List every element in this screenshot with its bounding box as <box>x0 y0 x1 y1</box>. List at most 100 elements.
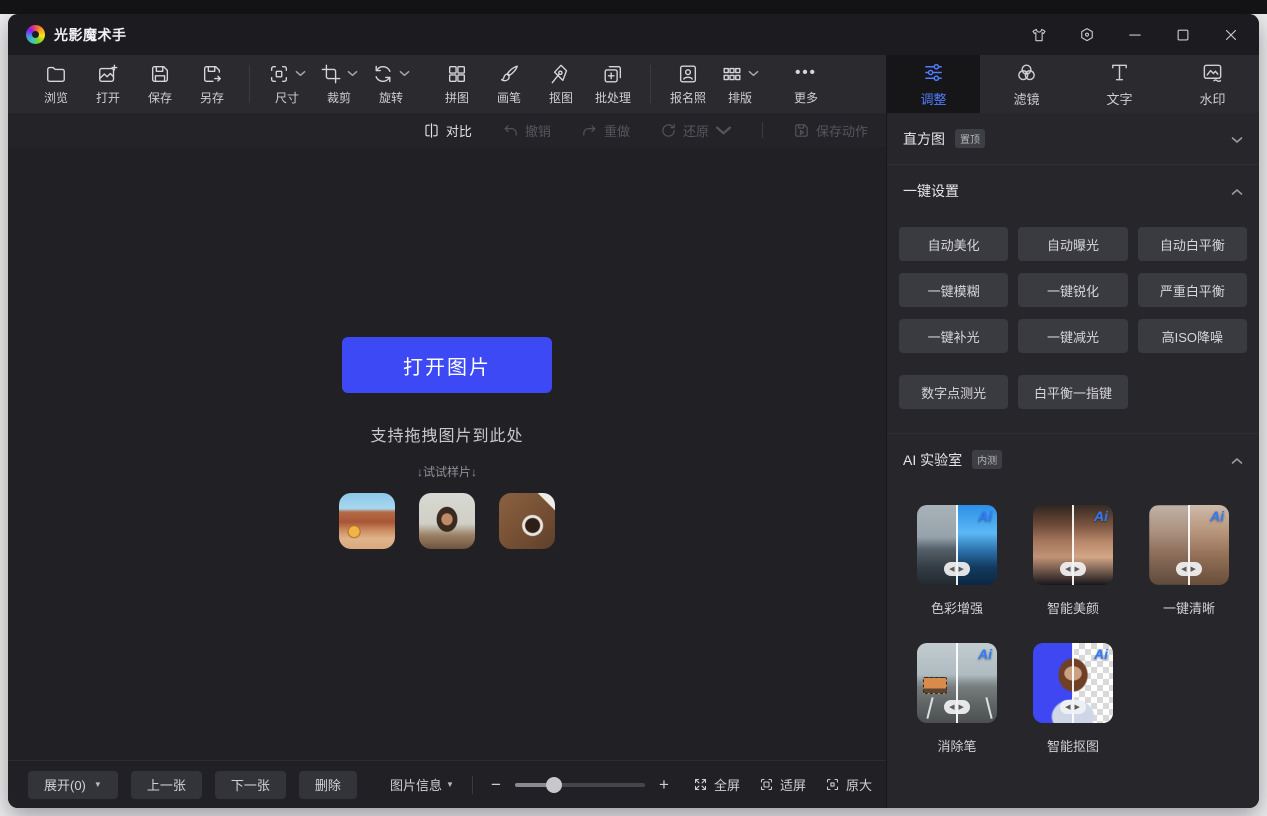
chevron-down-icon[interactable] <box>295 70 306 77</box>
redo-button[interactable]: 重做 <box>581 121 630 140</box>
compare-icon <box>423 122 440 139</box>
zoom-out-button[interactable]: − <box>489 775 503 795</box>
save-button[interactable]: 保存 <box>134 63 186 106</box>
app-logo-icon <box>26 25 45 44</box>
ai-thumb-smart-cutout[interactable]: ◀ ▶ Ai <box>1033 643 1113 723</box>
minimize-button[interactable] <box>1125 25 1145 45</box>
oneclick-section-header[interactable]: 一键设置 <box>887 165 1259 217</box>
oneclick-button[interactable]: 一键模糊 <box>899 273 1008 307</box>
actual-size-button[interactable]: 原大 <box>825 775 872 794</box>
chevron-up-icon[interactable] <box>1231 452 1243 468</box>
chevron-down-icon[interactable] <box>399 70 410 77</box>
zoom-slider-handle[interactable] <box>546 777 562 793</box>
oneclick-button[interactable]: 严重白平衡 <box>1138 273 1247 307</box>
chevron-down-icon[interactable] <box>715 122 732 139</box>
ai-badge: Ai <box>1094 646 1108 662</box>
next-image-button[interactable]: 下一张 <box>215 771 286 799</box>
more-button[interactable]: ••• 更多 <box>780 63 832 106</box>
compare-slider-handle[interactable]: ◀ ▶ <box>1176 562 1202 576</box>
id-photo-button[interactable]: 报名照 <box>662 63 714 106</box>
desktop-strip <box>0 0 1267 14</box>
compare-slider-handle[interactable]: ◀ ▶ <box>944 700 970 714</box>
triangle-down-icon: ▼ <box>446 780 454 789</box>
ai-thumb-color-enhance[interactable]: ◀ ▶ Ai <box>917 505 997 585</box>
restore-button[interactable]: 还原 <box>660 121 732 140</box>
ai-item-smart-beauty[interactable]: ◀ ▶ Ai 智能美颜 <box>1033 505 1113 617</box>
compare-button[interactable]: 对比 <box>423 121 472 140</box>
actual-size-icon <box>825 777 840 792</box>
rotate-button[interactable]: 旋转 <box>365 63 417 106</box>
toolbar-label: 排版 <box>728 89 752 106</box>
image-info-dropdown[interactable]: 图片信息 ▼ <box>390 775 454 794</box>
ai-item-eraser[interactable]: ◀ ▶ Ai 消除笔 <box>917 643 997 755</box>
tab-label: 调整 <box>920 89 946 108</box>
oneclick-button[interactable]: 自动曝光 <box>1018 227 1127 261</box>
zoom-in-button[interactable]: + <box>657 775 671 795</box>
oneclick-button[interactable]: 一键锐化 <box>1018 273 1127 307</box>
ai-thumb-eraser[interactable]: ◀ ▶ Ai <box>917 643 997 723</box>
oneclick-button[interactable]: 白平衡一指键 <box>1018 375 1127 409</box>
browse-button[interactable]: 浏览 <box>30 63 82 106</box>
expand-filmstrip-button[interactable]: 展开(0) ▼ <box>28 771 118 799</box>
maximize-button[interactable] <box>1173 25 1193 45</box>
open-button[interactable]: 打开 <box>82 63 134 106</box>
tab-label: 滤镜 <box>1013 89 1039 108</box>
zoom-slider[interactable] <box>515 783 645 787</box>
sample-image-desk[interactable] <box>499 493 555 549</box>
open-image-button[interactable]: 打开图片 <box>342 337 552 393</box>
resize-button[interactable]: 尺寸 <box>261 63 313 106</box>
chevron-down-icon[interactable] <box>347 70 358 77</box>
image-plus-icon <box>97 63 119 85</box>
app-window: 光影魔术手 浏览 <box>8 14 1259 808</box>
ai-thumb-clarity[interactable]: ◀ ▶ Ai <box>1149 505 1229 585</box>
undo-button[interactable]: 撤销 <box>502 121 551 140</box>
chevron-up-icon[interactable] <box>1231 183 1243 199</box>
delete-image-button[interactable]: 删除 <box>299 771 357 799</box>
oneclick-button[interactable]: 数字点测光 <box>899 375 1008 409</box>
compare-slider-handle[interactable]: ◀ ▶ <box>1060 700 1086 714</box>
ai-item-color-enhance[interactable]: ◀ ▶ Ai 色彩增强 <box>917 505 997 617</box>
compare-slider-handle[interactable]: ◀ ▶ <box>944 562 970 576</box>
undo-icon <box>502 122 519 139</box>
layout-button[interactable]: 排版 <box>714 63 766 106</box>
fullscreen-button[interactable]: 全屏 <box>693 775 740 794</box>
tab-watermark[interactable]: 水印 <box>1166 55 1259 113</box>
ai-item-one-click-clarity[interactable]: ◀ ▶ Ai 一键清晰 <box>1149 505 1229 617</box>
sample-image-portrait[interactable] <box>419 493 475 549</box>
oneclick-button[interactable]: 自动白平衡 <box>1138 227 1247 261</box>
ai-item-smart-cutout[interactable]: ◀ ▶ Ai 智能抠图 <box>1033 643 1113 755</box>
oneclick-button[interactable]: 一键减光 <box>1018 319 1127 353</box>
histogram-section-header[interactable]: 直方图 置顶 <box>887 113 1259 165</box>
tab-adjust[interactable]: 调整 <box>887 55 980 113</box>
chevron-down-icon[interactable] <box>1231 131 1243 147</box>
triangle-down-icon: ▼ <box>94 780 102 789</box>
tab-filters[interactable]: 滤镜 <box>980 55 1073 113</box>
collage-button[interactable]: 拼图 <box>431 63 483 106</box>
brush-button[interactable]: 画笔 <box>483 63 535 106</box>
cutout-button[interactable]: 抠图 <box>535 63 587 106</box>
prev-image-button[interactable]: 上一张 <box>131 771 202 799</box>
skin-tshirt-icon[interactable] <box>1029 25 1049 45</box>
ai-thumb-smart-beauty[interactable]: ◀ ▶ Ai <box>1033 505 1113 585</box>
settings-gear-icon[interactable] <box>1077 25 1097 45</box>
close-button[interactable] <box>1221 25 1241 45</box>
tab-text[interactable]: 文字 <box>1073 55 1166 113</box>
oneclick-button[interactable]: 高ISO降噪 <box>1138 319 1247 353</box>
restore-label: 还原 <box>683 121 709 140</box>
fit-screen-button[interactable]: 适屏 <box>759 775 806 794</box>
toolbar-label: 更多 <box>794 89 818 106</box>
crop-button[interactable]: 裁剪 <box>313 63 365 106</box>
sample-image-canyon[interactable] <box>339 493 395 549</box>
ai-item-label: 色彩增强 <box>931 598 983 617</box>
save-as-button[interactable]: 另存 <box>186 63 238 106</box>
image-drop-canvas[interactable]: 打开图片 支持拖拽图片到此处 ↓试试样片↓ <box>8 147 886 760</box>
chevron-down-icon[interactable] <box>748 70 759 77</box>
beta-badge: 内测 <box>972 450 1002 469</box>
fit-screen-icon <box>759 777 774 792</box>
ai-lab-section-header[interactable]: AI 实验室 内测 <box>887 433 1259 485</box>
oneclick-button[interactable]: 一键补光 <box>899 319 1008 353</box>
batch-button[interactable]: 批处理 <box>587 63 639 106</box>
compare-slider-handle[interactable]: ◀ ▶ <box>1060 562 1086 576</box>
oneclick-button[interactable]: 自动美化 <box>899 227 1008 261</box>
save-action-button[interactable]: 保存动作 <box>793 121 868 140</box>
